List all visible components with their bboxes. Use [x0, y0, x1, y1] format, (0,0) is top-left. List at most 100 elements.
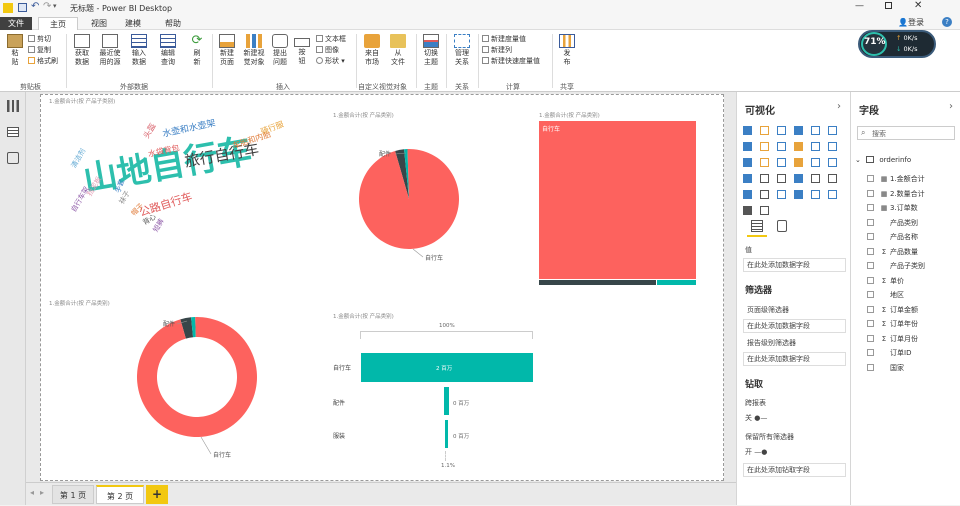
tab-help[interactable]: 帮助 — [158, 17, 188, 30]
manage-relationships-button[interactable]: 管理 关系 — [450, 34, 474, 67]
field-item[interactable]: 国家 — [867, 363, 904, 373]
visual-type-icon[interactable] — [760, 142, 769, 151]
from-marketplace-button[interactable]: 来自 市场 — [360, 34, 384, 67]
new-quick-measure-button[interactable]: 新建快速度量值 — [482, 56, 540, 66]
field-checkbox[interactable] — [867, 189, 874, 197]
collapse-fields-icon[interactable]: › — [949, 101, 953, 112]
pie-chart[interactable]: 配件自行车 — [333, 119, 533, 269]
visual-type-icon[interactable] — [828, 142, 837, 151]
visual-type-icon[interactable] — [811, 126, 820, 135]
tab-view[interactable]: 视图 — [84, 17, 114, 30]
visual-type-icon[interactable] — [777, 158, 786, 167]
visual-type-icon[interactable] — [760, 190, 769, 199]
field-checkbox[interactable] — [867, 349, 874, 356]
field-checkbox[interactable] — [867, 320, 874, 327]
field-item[interactable]: 地区 — [867, 290, 904, 300]
page-filter-drop-well[interactable]: 在此处添加数据字段 — [743, 319, 846, 333]
treemap-tile-clothing[interactable] — [657, 280, 696, 285]
visual-type-icon[interactable] — [811, 142, 820, 151]
buttons-button[interactable]: 按 钮 — [294, 34, 310, 66]
field-item[interactable]: 产品类别 — [867, 218, 918, 228]
visual-type-icon[interactable] — [743, 174, 752, 183]
drillthrough-drop-well[interactable]: 在此处添加钻取字段 — [743, 463, 846, 477]
visual-type-icon[interactable] — [743, 158, 752, 167]
visual-type-icon[interactable] — [760, 206, 769, 215]
visual-type-icon[interactable] — [828, 190, 837, 199]
visual-type-icon[interactable] — [777, 174, 786, 183]
cut-button[interactable]: 剪切 — [28, 34, 51, 44]
page-tab-1[interactable]: 第 1 页 — [52, 485, 94, 504]
cross-report-toggle[interactable]: 关 ●— — [745, 413, 767, 423]
visual-type-icon[interactable] — [760, 158, 769, 167]
slice-自行车[interactable] — [358, 149, 459, 249]
visual-type-icon[interactable] — [828, 126, 837, 135]
restore-button[interactable] — [885, 2, 892, 9]
ask-question-button[interactable]: 提出 问题 — [269, 34, 291, 67]
new-visual-button[interactable]: 新建视 觉对象 — [241, 34, 267, 67]
visual-type-icon[interactable] — [743, 126, 752, 135]
visual-type-icon[interactable] — [794, 174, 803, 183]
visual-type-icon[interactable] — [811, 174, 820, 183]
save-icon[interactable] — [18, 3, 27, 12]
report-view-icon[interactable] — [7, 100, 19, 112]
from-file-button[interactable]: 从 文件 — [387, 34, 409, 67]
visual-type-icon[interactable] — [777, 142, 786, 151]
field-item[interactable]: 产品子类别 — [867, 261, 925, 271]
refresh-button[interactable]: ⟳ 刷 新 — [186, 34, 208, 67]
enter-data-button[interactable]: 输入 数据 — [127, 34, 151, 67]
collapse-viz-icon[interactable]: › — [837, 101, 841, 112]
minimize-button[interactable]: — — [855, 1, 864, 11]
keep-filters-toggle[interactable]: 开 —● — [745, 447, 767, 457]
field-checkbox[interactable] — [867, 276, 874, 284]
table-orderinfo[interactable]: ⌄ orderinfo — [855, 156, 911, 164]
visual-type-icon[interactable] — [794, 190, 803, 199]
publish-button[interactable]: 发 布 — [556, 34, 578, 67]
funnel-bar-2[interactable] — [445, 420, 448, 448]
funnel-bar-1[interactable] — [444, 387, 449, 415]
get-data-button[interactable]: 获取 数据 — [70, 34, 94, 67]
field-checkbox[interactable] — [867, 334, 874, 342]
signin-link[interactable]: 👤登录 — [898, 17, 924, 28]
textbox-button[interactable]: 文本框 — [316, 34, 346, 44]
field-item[interactable]: 订单ID — [867, 348, 911, 358]
copy-button[interactable]: 复制 — [28, 45, 51, 55]
tab-file[interactable]: 文件 — [0, 17, 32, 30]
field-checkbox[interactable] — [867, 175, 874, 182]
model-view-icon[interactable] — [7, 152, 19, 164]
funnel-visual[interactable]: 100% 自行车 2 百万 配件 0 百万 服装 0 百万 1.1% — [333, 321, 553, 481]
field-checkbox[interactable] — [867, 291, 874, 298]
visual-type-icon[interactable] — [777, 126, 786, 135]
fields-well-icon[interactable] — [751, 220, 763, 232]
visual-type-icon[interactable] — [743, 142, 752, 151]
format-painter-button[interactable]: 格式刷 — [28, 56, 58, 66]
visual-type-icon[interactable] — [811, 190, 820, 199]
field-item[interactable]: 产品名称 — [867, 232, 918, 242]
image-button[interactable]: 图像 — [316, 45, 339, 55]
donut-chart[interactable]: 配件自行车 — [121, 315, 291, 465]
paste-button[interactable]: 粘 贴 — [5, 34, 25, 67]
help-icon[interactable]: ? — [942, 17, 952, 27]
values-drop-well[interactable]: 在此处添加数据字段 — [743, 258, 846, 272]
field-item[interactable]: Σ 产品数量 — [867, 247, 918, 257]
field-checkbox[interactable] — [867, 363, 874, 371]
field-item[interactable]: Σ 订单年份 — [867, 319, 918, 329]
treemap-tile-bikes[interactable] — [539, 121, 696, 279]
edit-queries-button[interactable]: 编辑 查询 — [155, 34, 181, 67]
report-page[interactable]: 1.金额合计(按 产品子类别) 山地自行车 旅行自行车 公路自行车 水壶和水壶架 车胎和… — [40, 94, 724, 481]
field-item[interactable]: Σ 单价 — [867, 276, 904, 286]
field-item[interactable]: ▦ 3.订单数 — [867, 203, 918, 213]
field-item[interactable]: Σ 订单月份 — [867, 334, 918, 344]
data-view-icon[interactable] — [7, 127, 19, 137]
field-checkbox[interactable] — [867, 305, 874, 313]
field-item[interactable]: Σ 订单金额 — [867, 305, 918, 315]
page-tab-2[interactable]: 第 2 页 — [96, 485, 144, 504]
field-item[interactable]: ▦ 2.数量合计 — [867, 189, 925, 199]
slice-自行车[interactable] — [137, 317, 257, 437]
visual-type-icon[interactable] — [743, 206, 752, 215]
word-cloud-word[interactable]: 骑行服 — [259, 119, 285, 138]
field-checkbox[interactable] — [867, 262, 874, 269]
fields-search-box[interactable]: ⌕ 搜索 — [857, 126, 955, 140]
field-checkbox[interactable] — [867, 204, 874, 211]
visual-type-icon[interactable] — [794, 126, 803, 135]
wordcloud-visual[interactable]: 山地自行车 旅行自行车 公路自行车 水壶和水壶架 车胎和内胎 骑行服 水袋背包 头盔 清洁剂 挡泥… — [51, 109, 331, 249]
